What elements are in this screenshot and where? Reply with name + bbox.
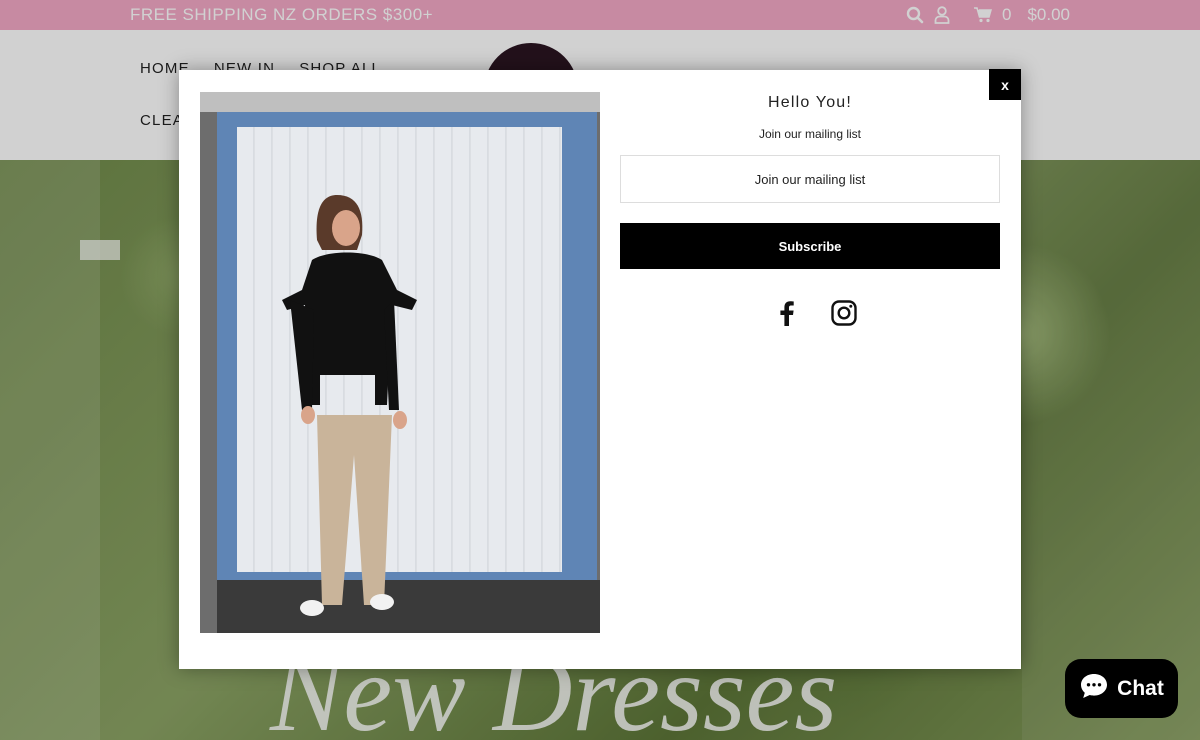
model-photo <box>200 92 600 633</box>
photo-ceiling <box>200 92 600 112</box>
instagram-icon[interactable] <box>829 298 859 328</box>
subscribe-button[interactable]: Subscribe <box>620 223 1000 269</box>
chat-button[interactable]: Chat <box>1065 659 1178 718</box>
modal-title: Hello You! <box>767 94 853 111</box>
facebook-icon[interactable] <box>772 298 802 328</box>
modal-subtitle: Join our mailing list <box>758 127 862 141</box>
model-figure <box>282 195 417 616</box>
email-field[interactable] <box>620 155 1000 203</box>
chat-bubble-icon <box>1079 672 1109 706</box>
chat-label: Chat <box>1117 676 1164 700</box>
